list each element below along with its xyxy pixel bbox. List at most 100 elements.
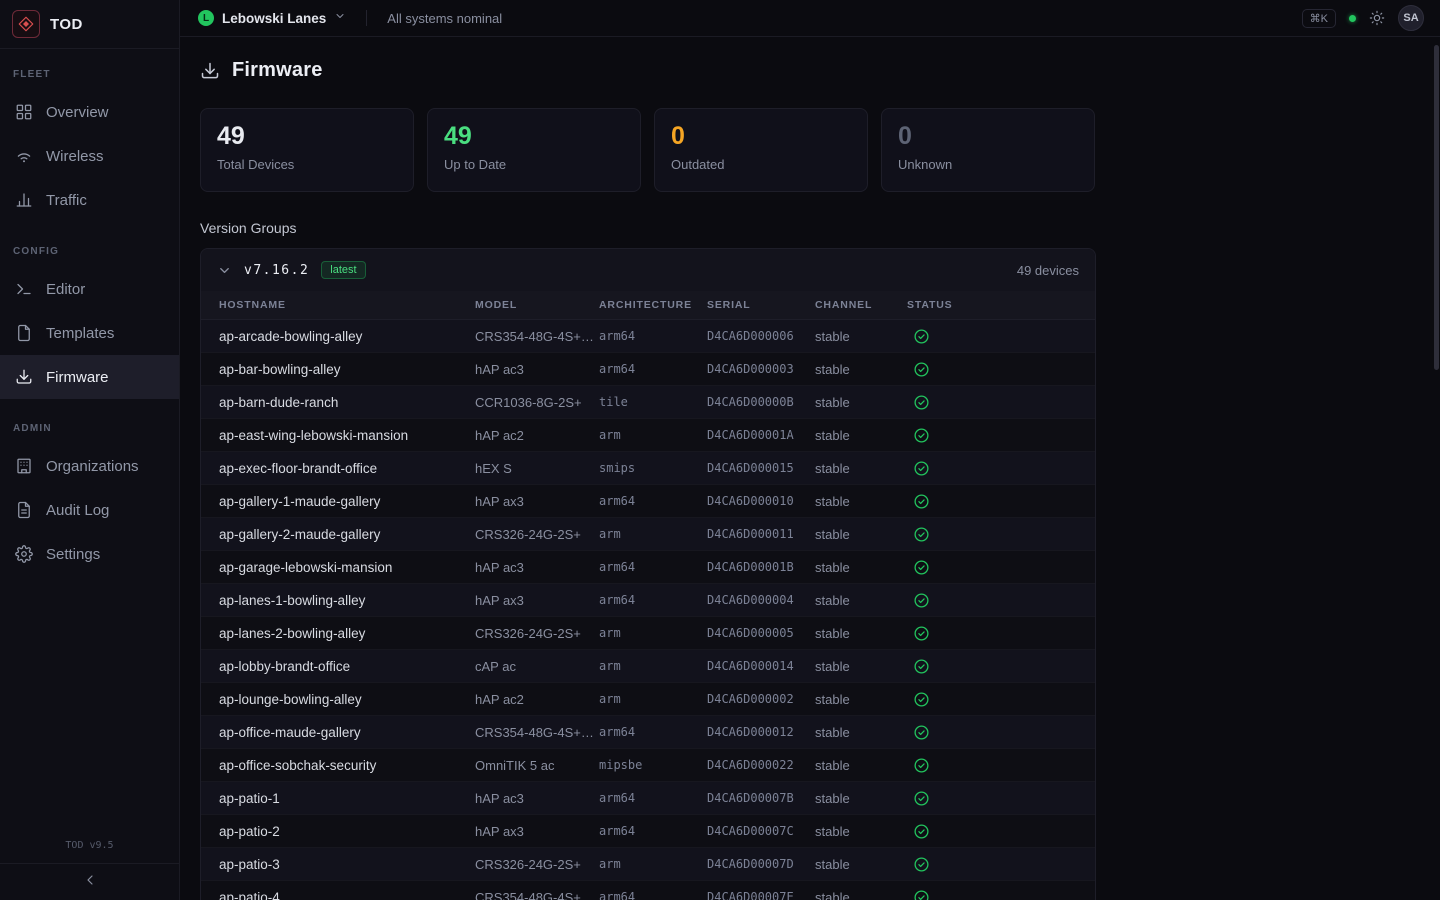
cell-serial: D4CA6D000004 (707, 593, 815, 607)
cell-architecture: arm (599, 692, 707, 706)
table-row[interactable]: ap-gallery-2-maude-galleryCRS326-24G-2S+… (201, 518, 1095, 551)
sidebar-item-wireless[interactable]: Wireless (0, 134, 179, 178)
version-group-header[interactable]: v7.16.2 latest 49 devices (201, 249, 1095, 291)
cell-serial: D4CA6D000015 (707, 461, 815, 475)
check-circle-icon (907, 691, 1095, 708)
check-circle-icon (907, 361, 1095, 378)
cell-channel: stable (815, 395, 907, 410)
stat-card-unknown: 0Unknown (881, 108, 1095, 192)
cell-hostname: ap-office-maude-gallery (219, 725, 475, 740)
cell-architecture: smips (599, 461, 707, 475)
check-circle-icon (907, 889, 1095, 900)
system-status-text: All systems nominal (387, 11, 502, 26)
sidebar-item-firmware[interactable]: Firmware (0, 355, 179, 399)
cell-model: OmniTIK 5 ac (475, 758, 599, 773)
table-row[interactable]: ap-patio-4CRS354-48G-4S+…arm64D4CA6D0000… (201, 881, 1095, 900)
cell-hostname: ap-lounge-bowling-alley (219, 692, 475, 707)
user-avatar[interactable]: SA (1398, 5, 1424, 31)
cell-architecture: arm (599, 626, 707, 640)
table-row[interactable]: ap-patio-1hAP ac3arm64D4CA6D00007Bstable (201, 782, 1095, 815)
table-row[interactable]: ap-gallery-1-maude-galleryhAP ax3arm64D4… (201, 485, 1095, 518)
check-circle-icon (907, 724, 1095, 741)
table-header-row: HOSTNAMEMODELARCHITECTURESERIALCHANNELST… (201, 291, 1095, 320)
cell-hostname: ap-gallery-1-maude-gallery (219, 494, 475, 509)
cell-serial: D4CA6D000005 (707, 626, 815, 640)
table-row[interactable]: ap-exec-floor-brandt-officehEX SsmipsD4C… (201, 452, 1095, 485)
table-row[interactable]: ap-barn-dude-ranchCCR1036-8G-2S+tileD4CA… (201, 386, 1095, 419)
sidebar-item-label: Editor (46, 281, 85, 298)
stat-label: Total Devices (217, 157, 397, 172)
window-scrollbar[interactable] (1434, 0, 1439, 900)
cell-serial: D4CA6D00007B (707, 791, 815, 805)
check-circle-icon (907, 394, 1095, 411)
stat-value: 49 (217, 122, 397, 151)
chevron-down-icon[interactable] (217, 263, 232, 278)
check-circle-icon (907, 823, 1095, 840)
cell-model: hAP ac2 (475, 692, 599, 707)
table-row[interactable]: ap-bar-bowling-alleyhAP ac3arm64D4CA6D00… (201, 353, 1095, 386)
cell-channel: stable (815, 362, 907, 377)
sidebar-item-settings[interactable]: Settings (0, 532, 179, 576)
file-text-icon (15, 501, 33, 519)
sidebar-item-audit-log[interactable]: Audit Log (0, 488, 179, 532)
sidebar-item-overview[interactable]: Overview (0, 90, 179, 134)
table-row[interactable]: ap-patio-3CRS326-24G-2S+armD4CA6D00007Ds… (201, 848, 1095, 881)
table-row[interactable]: ap-arcade-bowling-alleyCRS354-48G-4S+…ar… (201, 320, 1095, 353)
column-header-architecture: ARCHITECTURE (599, 299, 707, 311)
page-header: Firmware (200, 59, 1440, 82)
cell-serial: D4CA6D00007D (707, 857, 815, 871)
app-logo[interactable]: TOD (0, 0, 179, 49)
sidebar-item-templates[interactable]: Templates (0, 311, 179, 355)
table-row[interactable]: ap-office-maude-galleryCRS354-48G-4S+…ar… (201, 716, 1095, 749)
org-avatar: L (198, 10, 214, 26)
nav-section-admin: ADMIN Organizations (0, 423, 179, 576)
table-row[interactable]: ap-lanes-2-bowling-alleyCRS326-24G-2S+ar… (201, 617, 1095, 650)
table-row[interactable]: ap-lanes-1-bowling-alleyhAP ax3arm64D4CA… (201, 584, 1095, 617)
wifi-icon (15, 147, 33, 165)
cell-model: CRS354-48G-4S+… (475, 725, 599, 740)
main-area: L Lebowski Lanes All systems nominal ⌘K (180, 0, 1440, 900)
cell-architecture: arm (599, 659, 707, 673)
download-icon (200, 61, 220, 81)
stat-value: 0 (898, 122, 1078, 151)
table-row[interactable]: ap-garage-lebowski-mansionhAP ac3arm64D4… (201, 551, 1095, 584)
app-name: TOD (50, 16, 83, 33)
check-circle-icon (907, 592, 1095, 609)
table-row[interactable]: ap-east-wing-lebowski-mansionhAP ac2armD… (201, 419, 1095, 452)
command-palette-shortcut[interactable]: ⌘K (1302, 9, 1336, 28)
stat-card-outdated: 0Outdated (654, 108, 868, 192)
scrollbar-thumb[interactable] (1434, 45, 1439, 370)
cell-hostname: ap-patio-4 (219, 890, 475, 900)
sidebar-collapse-button[interactable] (0, 863, 179, 900)
cell-hostname: ap-lanes-1-bowling-alley (219, 593, 475, 608)
cell-serial: D4CA6D000012 (707, 725, 815, 739)
table-row[interactable]: ap-lounge-bowling-alleyhAP ac2armD4CA6D0… (201, 683, 1095, 716)
cell-model: CCR1036-8G-2S+ (475, 395, 599, 410)
table-row[interactable]: ap-patio-2hAP ax3arm64D4CA6D00007Cstable (201, 815, 1095, 848)
sidebar-item-label: Templates (46, 325, 114, 342)
sidebar-item-traffic[interactable]: Traffic (0, 178, 179, 222)
theme-toggle-button[interactable] (1369, 10, 1385, 26)
cell-architecture: arm64 (599, 791, 707, 805)
cell-architecture: arm (599, 527, 707, 541)
cell-serial: D4CA6D00001A (707, 428, 815, 442)
health-status-dot (1349, 15, 1356, 22)
cell-channel: stable (815, 626, 907, 641)
cell-model: hAP ac3 (475, 791, 599, 806)
stat-card-total-devices: 49 Total Devices (200, 108, 414, 192)
sidebar-item-organizations[interactable]: Organizations (0, 444, 179, 488)
cell-architecture: tile (599, 395, 707, 409)
sidebar-item-editor[interactable]: Editor (0, 267, 179, 311)
table-row[interactable]: ap-office-sobchak-securityOmniTIK 5 acmi… (201, 749, 1095, 782)
cell-serial: D4CA6D000010 (707, 494, 815, 508)
cell-hostname: ap-lanes-2-bowling-alley (219, 626, 475, 641)
cell-architecture: arm (599, 428, 707, 442)
sidebar-item-label: Firmware (46, 369, 109, 386)
cell-model: hAP ac3 (475, 362, 599, 377)
sidebar-item-label: Overview (46, 104, 109, 121)
cell-architecture: arm64 (599, 560, 707, 574)
cell-model: CRS354-48G-4S+… (475, 329, 599, 344)
org-switcher[interactable]: L Lebowski Lanes (198, 9, 346, 27)
cell-channel: stable (815, 494, 907, 509)
table-row[interactable]: ap-lobby-brandt-officecAP acarmD4CA6D000… (201, 650, 1095, 683)
